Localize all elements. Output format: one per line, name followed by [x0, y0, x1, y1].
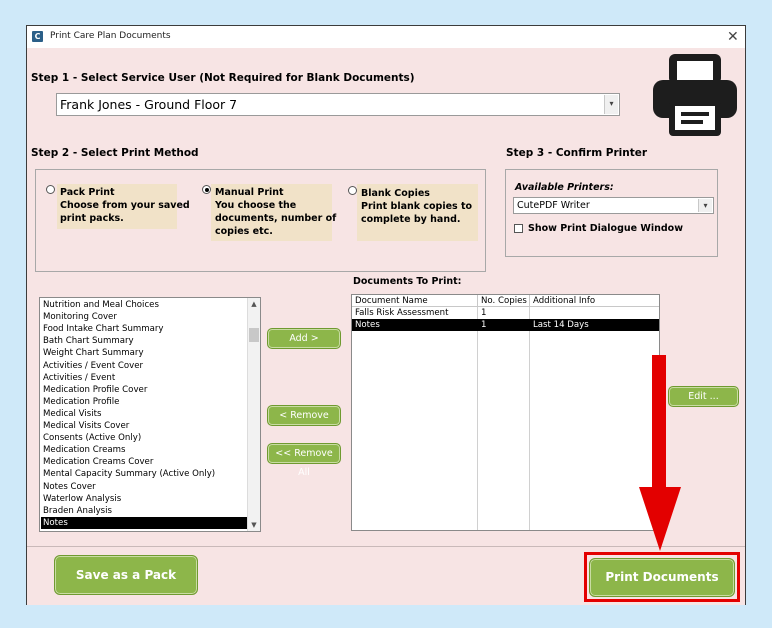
col-header-additional-info[interactable]: Additional Info [530, 295, 659, 307]
col-header-copies[interactable]: No. Copies [478, 295, 530, 307]
table-cell: Notes [355, 320, 380, 330]
add-button[interactable]: Add > [267, 328, 341, 349]
show-dialog-label[interactable]: Show Print Dialogue Window [528, 223, 683, 234]
list-item[interactable]: Consents (Active Only) [41, 432, 247, 444]
list-item[interactable]: Nutrition and Meal Choices [41, 299, 247, 311]
scroll-thumb[interactable] [249, 328, 259, 342]
printer-value: CutePDF Writer [517, 200, 590, 211]
print-documents-button[interactable]: Print Documents [589, 558, 735, 597]
manual-print-option-text[interactable]: Manual Print You choose the documents, n… [215, 186, 336, 238]
printer-select[interactable]: CutePDF Writer ▾ [513, 197, 714, 214]
table-row[interactable]: Falls Risk Assessment 1 [352, 307, 659, 319]
list-item[interactable]: Medication Creams [41, 444, 247, 456]
remove-all-button[interactable]: << Remove All [267, 443, 341, 478]
pack-print-radio[interactable] [46, 185, 55, 194]
list-item[interactable]: Notes [41, 516, 247, 529]
chevron-down-icon[interactable]: ▾ [604, 95, 618, 114]
step2-label: Step 2 - Select Print Method [31, 147, 199, 159]
table-cell: 1 [481, 308, 487, 318]
step3-label: Step 3 - Confirm Printer [506, 147, 648, 159]
list-item[interactable]: Medical Visits [41, 408, 247, 420]
window-title: Print Care Plan Documents [50, 31, 171, 41]
list-scrollbar[interactable]: ▲ ▼ [247, 298, 260, 531]
docs-to-print-label: Documents To Print: [353, 276, 462, 287]
col-header-document-name[interactable]: Document Name [352, 295, 478, 307]
list-item[interactable]: Monitoring Cover [41, 311, 247, 323]
documents-to-print-grid[interactable]: Document Name No. Copies Additional Info… [351, 294, 660, 531]
table-row[interactable]: Notes 1 Last 14 Days [352, 319, 659, 331]
available-documents-list[interactable]: Nutrition and Meal Choices Monitoring Cov… [39, 297, 261, 532]
chevron-down-icon[interactable]: ▾ [698, 199, 712, 212]
list-item[interactable]: Medical Visits Cover [41, 420, 247, 432]
table-cell [530, 307, 659, 319]
annotation-arrow-icon [639, 355, 681, 551]
list-item[interactable]: Mental Capacity Summary (Active Only) [41, 468, 247, 480]
table-cell: Falls Risk Assessment [355, 308, 449, 318]
title-bar: C Print Care Plan Documents ✕ [27, 26, 745, 48]
save-as-pack-button[interactable]: Save as a Pack [54, 555, 198, 595]
show-dialog-checkbox[interactable] [514, 224, 523, 233]
app-icon: C [32, 31, 43, 42]
blank-copies-radio[interactable] [348, 186, 357, 195]
list-item[interactable]: Medication Creams Cover [41, 456, 247, 468]
scroll-down-icon[interactable]: ▼ [248, 519, 260, 531]
list-item[interactable]: Food Intake Chart Summary [41, 323, 247, 335]
remove-button[interactable]: < Remove [267, 405, 341, 426]
table-cell: 1 [481, 320, 487, 330]
table-cell: Last 14 Days [533, 320, 589, 330]
list-item[interactable]: Notes Cover [41, 481, 247, 493]
printer-icon [653, 54, 737, 136]
available-printers-label: Available Printers: [515, 182, 614, 193]
manual-print-radio[interactable] [202, 185, 211, 194]
list-item[interactable]: Weight Chart Summary [41, 347, 247, 359]
list-item[interactable]: Medication Profile [41, 396, 247, 408]
list-item[interactable]: Medication Profile Cover [41, 384, 247, 396]
scroll-up-icon[interactable]: ▲ [248, 298, 260, 310]
service-user-select[interactable]: Frank Jones - Ground Floor 7 ▾ [56, 93, 620, 116]
list-item[interactable]: Activities / Event Cover [41, 360, 247, 372]
pack-print-option-text[interactable]: Pack Print Choose from your saved print … [60, 186, 190, 225]
list-item[interactable]: Braden Analysis [41, 505, 247, 517]
blank-copies-option-text[interactable]: Blank Copies Print blank copies to compl… [361, 187, 472, 226]
close-button[interactable]: ✕ [727, 28, 739, 46]
list-item[interactable]: Bath Chart Summary [41, 335, 247, 347]
step1-label: Step 1 - Select Service User (Not Requir… [31, 72, 415, 84]
list-item[interactable]: Waterlow Analysis [41, 493, 247, 505]
service-user-value: Frank Jones - Ground Floor 7 [60, 97, 238, 112]
list-item[interactable]: Activities / Event [41, 372, 247, 384]
